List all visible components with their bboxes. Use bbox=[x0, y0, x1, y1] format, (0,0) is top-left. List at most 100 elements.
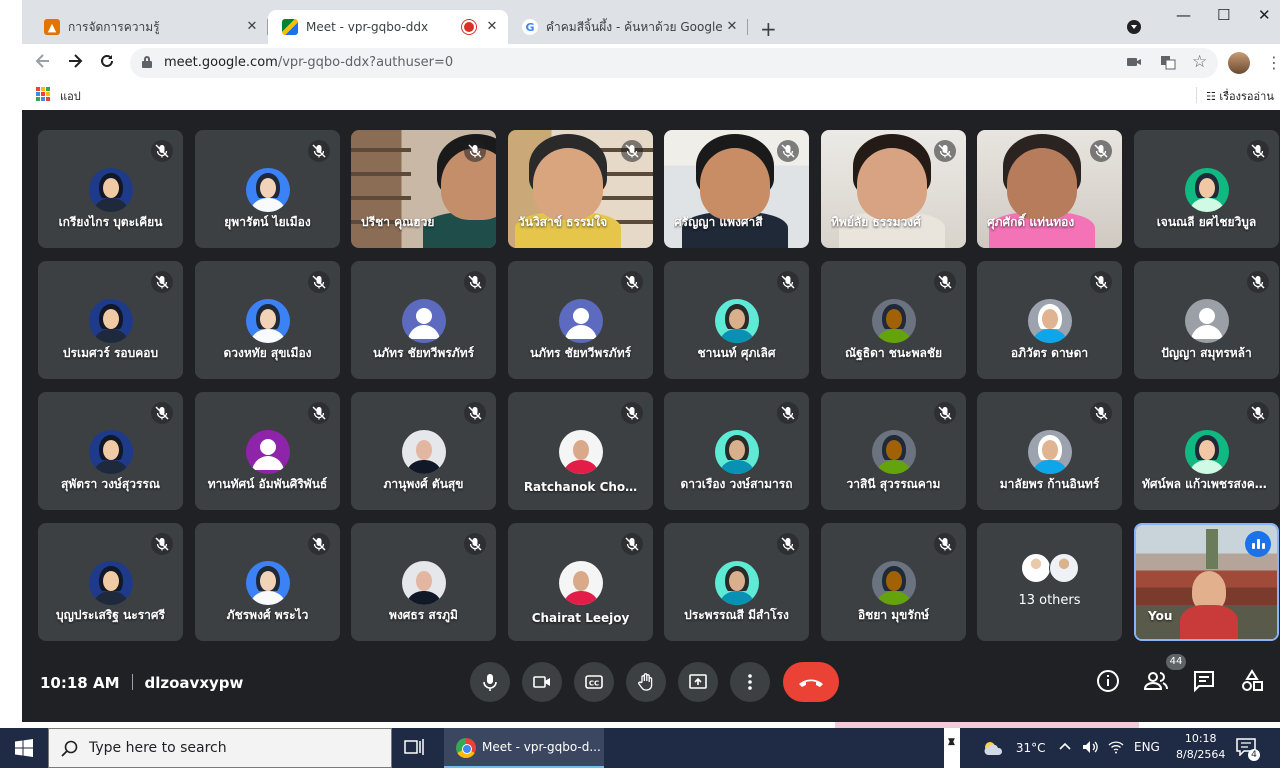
forward-button[interactable] bbox=[66, 52, 84, 75]
translate-icon[interactable] bbox=[1160, 54, 1176, 74]
bookmark-star-icon[interactable]: ☆ bbox=[1192, 52, 1207, 72]
start-button[interactable] bbox=[0, 728, 48, 768]
participant-tile[interactable]: ศรัญญา แพงศาสี bbox=[664, 130, 809, 248]
participant-tile[interactable]: ทิพย์ลัย ธรรมวงศ์ bbox=[821, 130, 966, 248]
participant-avatar bbox=[88, 430, 133, 474]
participants-button[interactable] bbox=[1143, 668, 1169, 694]
present-screen-button[interactable] bbox=[678, 662, 718, 702]
taskbar-scroll[interactable]: ▲ ▼ bbox=[944, 728, 960, 768]
participant-tile[interactable]: ประพรรณสี มีสำโรง bbox=[664, 523, 809, 641]
wifi-icon bbox=[1108, 741, 1124, 754]
participant-tile[interactable]: ปรีชา คุณฮวย bbox=[351, 130, 496, 248]
chrome-taskbar-button[interactable]: Meet - vpr-gqbo-d... bbox=[444, 728, 604, 768]
muted-mic-icon bbox=[1090, 140, 1112, 162]
participant-tile[interactable]: ดาวเรือง วงษ์สามารถ bbox=[664, 392, 809, 510]
self-view-tile[interactable]: You bbox=[1134, 523, 1279, 641]
participant-tile[interactable]: ดวงหทัย สุขเมือง bbox=[195, 261, 340, 379]
tab-knowledge-management[interactable]: ▲ การจัดการความรู้ ✕ bbox=[30, 10, 268, 44]
task-view-button[interactable] bbox=[404, 738, 426, 762]
more-options-button[interactable] bbox=[730, 662, 770, 702]
reload-button[interactable] bbox=[98, 52, 116, 75]
muted-mic-icon bbox=[308, 271, 330, 293]
participant-name: อภิวัตร ดาษดา bbox=[1010, 346, 1089, 360]
participant-name: เจนณลี ยศไชยวิบูล bbox=[1156, 215, 1257, 229]
participant-tile[interactable]: วันวิสาข์ ธรรมใจ bbox=[508, 130, 653, 248]
participant-tile[interactable]: ยุพารัตน์ ไยเมือง bbox=[195, 130, 340, 248]
tab-meet[interactable]: Meet - vpr-gqbo-ddx ✕ bbox=[268, 10, 508, 44]
participant-tile[interactable]: ปรเมศวร์ รอบคอบ bbox=[38, 261, 183, 379]
participant-tile[interactable]: อภิวัตร ดาษดา bbox=[977, 261, 1122, 379]
participant-name: มาลัยพร ก้านอินทร์ bbox=[999, 477, 1100, 491]
tab-close-icon[interactable]: ✕ bbox=[244, 19, 260, 35]
tab-close-icon[interactable]: ✕ bbox=[484, 19, 500, 35]
leave-call-button[interactable] bbox=[783, 662, 839, 702]
maximize-button[interactable]: ☐ bbox=[1217, 6, 1230, 24]
participant-tile[interactable]: Ratchanok Cho… bbox=[508, 392, 653, 510]
participant-tile[interactable]: ณัฐธิดา ชนะพลชัย bbox=[821, 261, 966, 379]
camera-in-use-icon[interactable] bbox=[1126, 54, 1142, 74]
participant-tile[interactable]: นภัทร ชัยทวีพรภัทร์ bbox=[351, 261, 496, 379]
new-tab-button[interactable]: + bbox=[760, 17, 777, 41]
participant-tile[interactable]: วาสินี สุวรรณคาม bbox=[821, 392, 966, 510]
participant-name: ปรีชา คุณฮวย bbox=[361, 215, 435, 229]
participant-tile[interactable]: ชานนท์ ศุภเลิศ bbox=[664, 261, 809, 379]
participant-avatar bbox=[714, 299, 759, 343]
participant-tile[interactable]: เกรียงไกร บุตะเคียน bbox=[38, 130, 183, 248]
participant-tile[interactable]: นภัทร ชัยทวีพรภัทร์ bbox=[508, 261, 653, 379]
weather-temperature: 31°C bbox=[1015, 741, 1046, 755]
back-button[interactable] bbox=[34, 52, 52, 75]
tab-google-search[interactable]: G คำคมสีจิ้นผึ้ง - ค้นหาด้วย Google ✕ bbox=[508, 10, 748, 44]
participant-tile[interactable]: Chairat Leejoy bbox=[508, 523, 653, 641]
minimize-button[interactable]: — bbox=[1176, 6, 1191, 24]
captions-button[interactable]: CC bbox=[574, 662, 614, 702]
participant-tile[interactable]: ปัญญา สมุทรหล้า bbox=[1134, 261, 1279, 379]
participant-avatar bbox=[88, 561, 133, 605]
participant-tile[interactable]: อิชยา มุขรักษ์ bbox=[821, 523, 966, 641]
apps-grid-icon[interactable] bbox=[36, 87, 50, 101]
mic-button[interactable] bbox=[470, 662, 510, 702]
participant-avatar bbox=[401, 430, 446, 474]
activities-button[interactable] bbox=[1239, 668, 1265, 694]
bookshelf bbox=[598, 196, 653, 200]
participant-tile[interactable]: บุญประเสริฐ นะราศรี bbox=[38, 523, 183, 641]
participant-tile[interactable]: เจนณลี ยศไชยวิบูล bbox=[1134, 130, 1279, 248]
weather-widget[interactable]: 31°C bbox=[982, 740, 1045, 756]
participant-tile[interactable]: ภานุพงศ์ ตันสุข bbox=[351, 392, 496, 510]
participant-tile[interactable]: ทานทัศน์ อัมพันศิริพันธ์ bbox=[195, 392, 340, 510]
address-bar[interactable]: meet.google.com/vpr-gqbo-ddx?authuser=0 … bbox=[130, 48, 1218, 78]
lock-icon[interactable] bbox=[142, 56, 152, 68]
window-close-button[interactable]: ✕ bbox=[1258, 6, 1271, 24]
raise-hand-button[interactable] bbox=[626, 662, 666, 702]
participant-tile[interactable]: ภัชรพงศ์ พระไว bbox=[195, 523, 340, 641]
participant-tile[interactable]: มาลัยพร ก้านอินทร์ bbox=[977, 392, 1122, 510]
tab-title: คำคมสีจิ้นผึ้ง - ค้นหาด้วย Google bbox=[546, 19, 723, 34]
forward-arrow-icon bbox=[69, 54, 83, 68]
profile-avatar[interactable] bbox=[1228, 52, 1250, 74]
apps-bookmark-label[interactable]: แอป bbox=[60, 87, 81, 105]
url-host: meet.google.com bbox=[164, 55, 278, 70]
participant-tile[interactable]: สุพัตรา วงษ์สุวรรณ bbox=[38, 392, 183, 510]
reading-list-button[interactable]: ☷ เรื่องรออ่าน bbox=[1196, 87, 1274, 105]
divider bbox=[131, 674, 133, 690]
participant-name: ทานทัศน์ อัมพันศิริพันธ์ bbox=[207, 477, 328, 491]
participant-tile[interactable]: ทัศน์พล แก้วเพชรสงคราม bbox=[1134, 392, 1279, 510]
participant-name: Ratchanok Cho… bbox=[523, 480, 638, 494]
participant-avatar bbox=[245, 168, 290, 212]
chrome-menu-icon[interactable]: ⋮ bbox=[1266, 53, 1280, 72]
taskbar-clock[interactable]: 10:18 8/8/2564 bbox=[1176, 731, 1225, 763]
show-hidden-icons-button[interactable] bbox=[1058, 740, 1072, 755]
network-button[interactable] bbox=[1108, 740, 1124, 757]
taskbar-search-box[interactable]: Type here to search bbox=[48, 728, 392, 768]
input-language-button[interactable]: ENG bbox=[1134, 740, 1160, 754]
tab-close-icon[interactable]: ✕ bbox=[724, 19, 740, 35]
others-tile[interactable]: 13 others bbox=[977, 523, 1122, 641]
camera-button[interactable] bbox=[522, 662, 562, 702]
participant-tile[interactable]: ศุภศักดิ์ แท่นทอง bbox=[977, 130, 1122, 248]
volume-button[interactable] bbox=[1082, 740, 1100, 757]
tab-search-button[interactable] bbox=[1127, 20, 1141, 34]
chat-button[interactable] bbox=[1191, 668, 1217, 694]
participant-tile[interactable]: พงศธร สรภูมิ bbox=[351, 523, 496, 641]
participant-avatar bbox=[558, 430, 603, 474]
meeting-details-button[interactable] bbox=[1095, 668, 1121, 694]
recording-icon bbox=[464, 22, 474, 32]
